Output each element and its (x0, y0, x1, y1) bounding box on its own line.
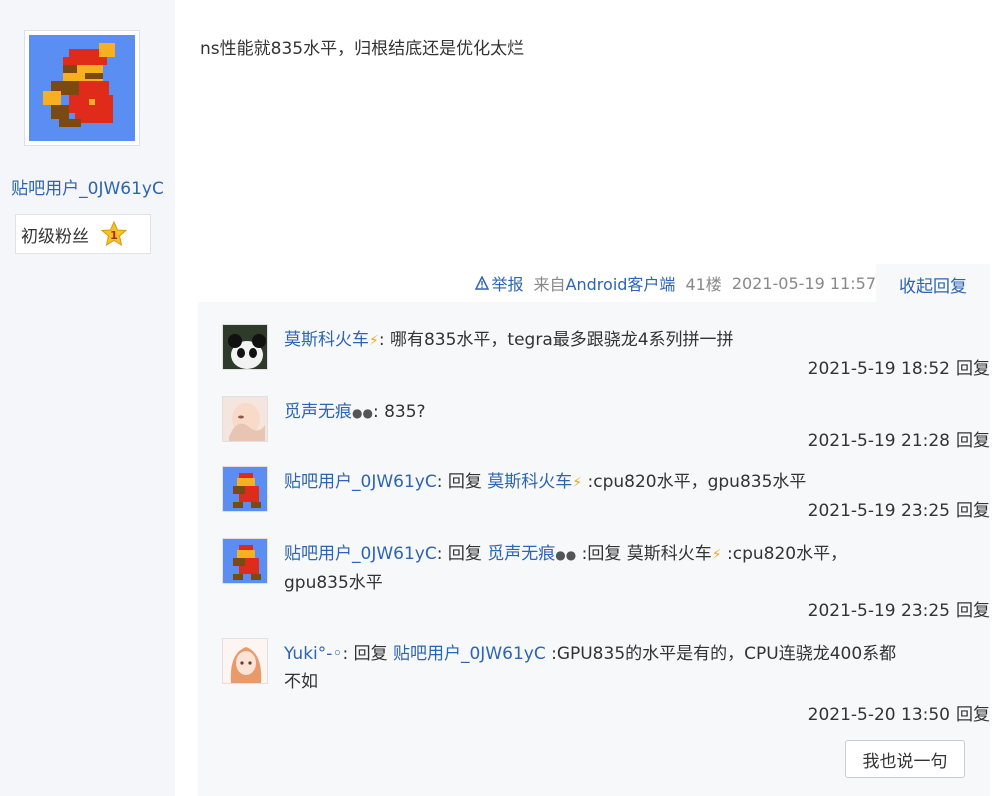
fan-level-label: 初级粉丝 (21, 226, 89, 247)
warning-icon (474, 276, 489, 290)
avatar[interactable] (222, 538, 268, 584)
comment-meta: 2021-5-19 18:52 回复 (808, 354, 990, 379)
list-item: 觅声无痕●●: 835? 2021-5-19 21:28 回复 (222, 396, 990, 456)
list-item: 贴吧用户_0JW61yC: 回复 莫斯科火车⚡ :cpu820水平，gpu835… (222, 466, 990, 526)
avatar[interactable] (222, 324, 268, 370)
list-item: Yuki°-◦: 回复 贴吧用户_0JW61yC :GPU835的水平是有的，C… (222, 638, 990, 725)
comment-time: 2021-5-19 21:28 (807, 431, 950, 451)
comment-username[interactable]: Yuki°-◦ (284, 644, 342, 664)
comment-time: 2021-5-20 13:50 (807, 705, 950, 725)
report-label: 举报 (491, 275, 524, 294)
mario-avatar-image (223, 467, 267, 511)
comment-body: 莫斯科火车⚡: 哪有835水平，tegra最多跟骁龙4系列拼一拼 (284, 326, 984, 355)
eyes-emoji-icon: ●● (352, 406, 373, 420)
author-sidebar: 贴吧用户_0JW61yC 初级粉丝 1 (0, 0, 175, 796)
fan-level-badge[interactable]: 初级粉丝 1 (15, 214, 151, 254)
girl-avatar-image (223, 397, 267, 441)
list-item: 莫斯科火车⚡: 哪有835水平，tegra最多跟骁龙4系列拼一拼 2021-5-… (222, 324, 990, 384)
comment-meta: 2021-5-19 21:28 回复 (808, 426, 990, 451)
reply-button[interactable]: 回复 (956, 359, 990, 379)
lightning-icon: ⚡ (572, 475, 583, 491)
reply-to-username[interactable]: 莫斯科火车 (487, 472, 572, 492)
client-link[interactable]: Android客户端 (566, 275, 676, 294)
mario-avatar-image (223, 539, 267, 583)
post-content: ns性能就835水平，归根结底还是优化太烂 (200, 39, 525, 59)
comment-time: 2021-5-19 23:25 (807, 601, 950, 621)
anime-girl-avatar-image (223, 639, 267, 683)
reply-button[interactable]: 回复 (956, 431, 990, 451)
comment-meta: 2021-5-20 13:50 回复 (808, 700, 990, 725)
panda-avatar-image (223, 325, 267, 369)
star-level-number: 1 (110, 229, 118, 242)
reply-to-username[interactable]: 贴吧用户_0JW61yC (393, 644, 546, 664)
comment-body: 觅声无痕●●: 835? (284, 398, 984, 427)
author-avatar[interactable] (24, 30, 140, 146)
avatar[interactable] (222, 466, 268, 512)
post-datetime: 2021-05-19 11:57 (731, 273, 876, 293)
author-username[interactable]: 贴吧用户_0JW61yC (0, 174, 175, 199)
comment-meta: 2021-5-19 23:25 回复 (808, 596, 990, 621)
reply-button[interactable]: 回复 (956, 705, 990, 725)
reply-button[interactable]: 回复 (956, 601, 990, 621)
list-item: 贴吧用户_0JW61yC: 回复 觅声无痕●● :回复 莫斯科火车⚡ :cpu8… (222, 538, 990, 624)
lightning-icon: ⚡ (369, 333, 379, 349)
comment-text: : 835? (372, 402, 426, 422)
lightning-icon: ⚡ (711, 547, 722, 563)
star-level-icon: 1 (101, 221, 127, 247)
write-reply-button[interactable]: 我也说一句 (845, 740, 965, 778)
post-tail: 举报 来自Android客户端 41楼 2021-05-19 11:57 (0, 268, 876, 298)
avatar[interactable] (222, 396, 268, 442)
comment-body: 贴吧用户_0JW61yC: 回复 觅声无痕●● :回复 莫斯科火车⚡ :cpu8… (284, 544, 848, 593)
post-source: 来自Android客户端 (533, 275, 676, 294)
report-link[interactable]: 举报 (474, 271, 524, 295)
comment-body: 贴吧用户_0JW61yC: 回复 莫斯科火车⚡ :cpu820水平，gpu835… (284, 472, 807, 492)
reply-list: 莫斯科火车⚡: 哪有835水平，tegra最多跟骁龙4系列拼一拼 2021-5-… (198, 302, 990, 796)
comment-username[interactable]: 贴吧用户_0JW61yC (284, 472, 437, 492)
reply-button[interactable]: 回复 (956, 501, 990, 521)
comment-text: : 哪有835水平，tegra最多跟骁龙4系列拼一拼 (378, 330, 734, 350)
mario-avatar-image (29, 35, 135, 141)
comment-body: Yuki°-◦: 回复 贴吧用户_0JW61yC :GPU835的水平是有的，C… (284, 644, 897, 692)
comment-time: 2021-5-19 18:52 (807, 359, 950, 379)
collapse-replies-button[interactable]: 收起回复 (876, 264, 990, 304)
comment-username[interactable]: 莫斯科火车 (284, 330, 369, 350)
reply-to-username[interactable]: 觅声无痕 (487, 544, 555, 564)
comment-username[interactable]: 觅声无痕 (284, 402, 352, 422)
comment-text: :cpu820水平，gpu835水平 (582, 472, 807, 492)
floor-number: 41楼 (685, 275, 722, 294)
comment-time: 2021-5-19 23:25 (807, 501, 950, 521)
comment-meta: 2021-5-19 23:25 回复 (808, 496, 990, 521)
eyes-emoji-icon: ●● (555, 548, 577, 562)
comment-username[interactable]: 贴吧用户_0JW61yC (284, 544, 437, 564)
avatar[interactable] (222, 638, 268, 684)
